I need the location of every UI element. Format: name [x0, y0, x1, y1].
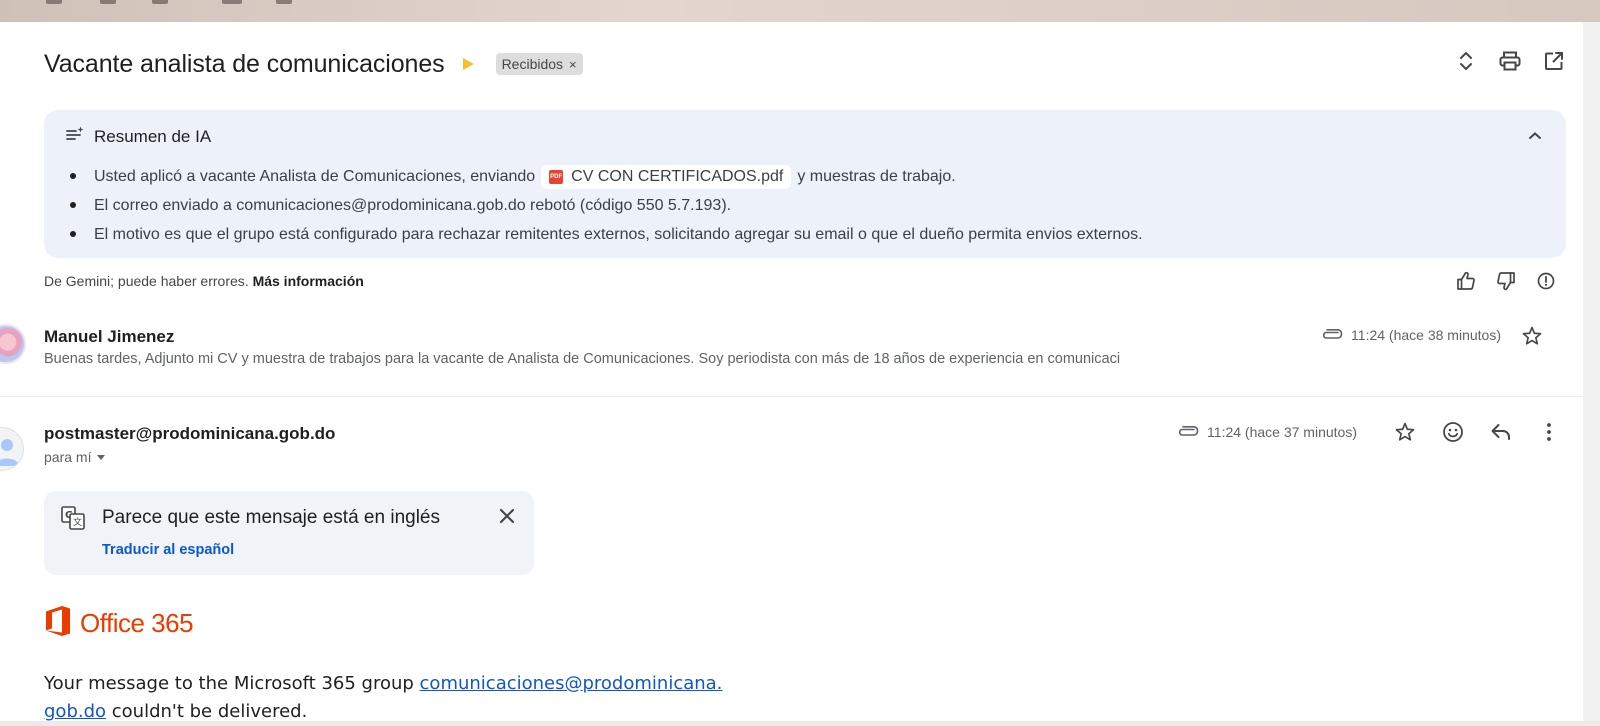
translate-icon: G文 [60, 505, 86, 536]
more-options-icon[interactable] [1537, 420, 1561, 444]
star-icon[interactable] [1393, 420, 1417, 444]
thread-header-actions [1455, 50, 1565, 72]
browser-top-strip [0, 0, 1600, 22]
toolbar-icon-partial[interactable] [152, 0, 168, 4]
pdf-file-icon: PDF [549, 169, 564, 184]
scrollbar[interactable] [1583, 22, 1600, 726]
label-chip-text: Recibidos [501, 56, 564, 72]
message-meta: 11:24 (hace 38 minutos) [1321, 327, 1501, 343]
thumbs-down-icon[interactable] [1495, 270, 1517, 292]
bullet-text: y muestras de trabajo. [797, 167, 956, 185]
collapsed-message[interactable]: Manuel Jimenez Buenas tardes, Adjunto mi… [0, 312, 1583, 398]
caret-down-icon[interactable] [97, 454, 106, 460]
reply-icon[interactable] [1489, 420, 1513, 444]
sender-email[interactable]: postmaster@prodominicana.gob.do [44, 424, 335, 444]
attachment-filename: CV CON CERTIFICADOS.pdf [571, 167, 784, 185]
office-wordmark: Office 365 [80, 608, 194, 638]
message-time: 11:24 (hace 38 minutos) [1351, 327, 1501, 343]
toolbar-icon-partial[interactable] [222, 0, 242, 4]
thumbs-up-icon[interactable] [1455, 270, 1477, 292]
bottom-edge [0, 721, 1600, 726]
translate-link[interactable]: Traducir al español [102, 542, 234, 558]
ai-summary-bullet: El motivo es que el grupo está configura… [68, 220, 1143, 249]
recipient-text: para mí [44, 449, 92, 465]
label-chip-inbox[interactable]: Recibidos × [495, 53, 583, 75]
star-icon[interactable] [1521, 325, 1543, 352]
ai-summary-card: Resumen de IA Usted aplicó a vacante Ana… [44, 110, 1566, 258]
emoji-reaction-icon[interactable] [1441, 420, 1465, 444]
toolbar-icon-partial[interactable] [100, 0, 116, 4]
ai-feedback-actions [1455, 270, 1557, 292]
office-365-logo: Office 365 [44, 605, 194, 642]
ai-summary-bullet: El correo enviado a comunicaciones@prodo… [68, 191, 1143, 220]
remove-label-button[interactable]: × [569, 57, 577, 72]
disclaimer-text: De Gemini; puede haber errores. [44, 273, 249, 289]
bullet-text: Usted aplicó a vacante Analista de Comun… [94, 167, 536, 185]
sender-avatar[interactable] [0, 324, 26, 364]
message-actions [1393, 420, 1561, 444]
toolbar-icon-partial[interactable] [46, 0, 62, 4]
chevron-up-icon[interactable] [1528, 128, 1542, 146]
group-email-link[interactable]: comunicaciones@prodominicana. [420, 673, 723, 694]
paperclip-icon [1321, 329, 1343, 341]
bullet-text: El correo enviado a comunicaciones@prodo… [94, 196, 732, 214]
thread-subject: Vacante analista de comunicaciones [44, 49, 445, 78]
subject-row: Vacante analista de comunicaciones Recib… [44, 46, 583, 82]
sender-name: Manuel Jimenez [44, 327, 175, 346]
translate-banner: G文 Parece que este mensaje está en inglé… [44, 491, 534, 575]
close-icon[interactable] [498, 507, 516, 530]
message-time: 11:24 (hace 37 minutos) [1207, 424, 1357, 440]
gemini-disclaimer: De Gemini; puede haber errores. Más info… [44, 273, 364, 289]
group-email-link[interactable]: gob.do [44, 701, 106, 722]
message-body: Your message to the Microsoft 365 group … [44, 670, 744, 722]
body-text: couldn't be delivered. [106, 701, 308, 722]
translate-prompt: Parece que este mensaje está en inglés [102, 507, 440, 528]
ai-summary-title: Resumen de IA [94, 126, 212, 146]
more-info-link[interactable]: Más información [253, 273, 364, 289]
importance-marker-icon[interactable] [462, 58, 474, 70]
message-snippet: Buenas tardes, Adjunto mi CV y muestra d… [44, 351, 1121, 367]
bullet-text: El motivo es que el grupo está configura… [94, 225, 1143, 243]
body-text: Your message to the Microsoft 365 group [44, 673, 420, 694]
ai-summary-header[interactable]: Resumen de IA [66, 126, 211, 147]
message-divider [0, 396, 1583, 397]
office-logo-icon [44, 605, 72, 642]
ai-summary-bullet: Usted aplicó a vacante Analista de Comun… [68, 162, 1143, 191]
report-issue-icon[interactable] [1535, 270, 1557, 292]
svg-text:文: 文 [73, 516, 82, 528]
recipient-details-toggle[interactable]: para mí [44, 449, 106, 465]
open-in-new-window-icon[interactable] [1543, 50, 1565, 72]
print-icon[interactable] [1499, 50, 1521, 72]
expand-collapse-icon[interactable] [1455, 50, 1477, 72]
email-thread-panel: Vacante analista de comunicaciones Recib… [0, 22, 1583, 722]
paperclip-icon [1177, 426, 1199, 438]
toolbar-icon-partial[interactable] [276, 0, 292, 4]
message-meta: 11:24 (hace 37 minutos) [1177, 424, 1357, 440]
attachment-chip[interactable]: PDF CV CON CERTIFICADOS.pdf [541, 164, 792, 189]
sender-avatar[interactable] [0, 427, 24, 471]
ai-summary-icon [66, 126, 84, 147]
ai-summary-list: Usted aplicó a vacante Analista de Comun… [68, 162, 1143, 249]
